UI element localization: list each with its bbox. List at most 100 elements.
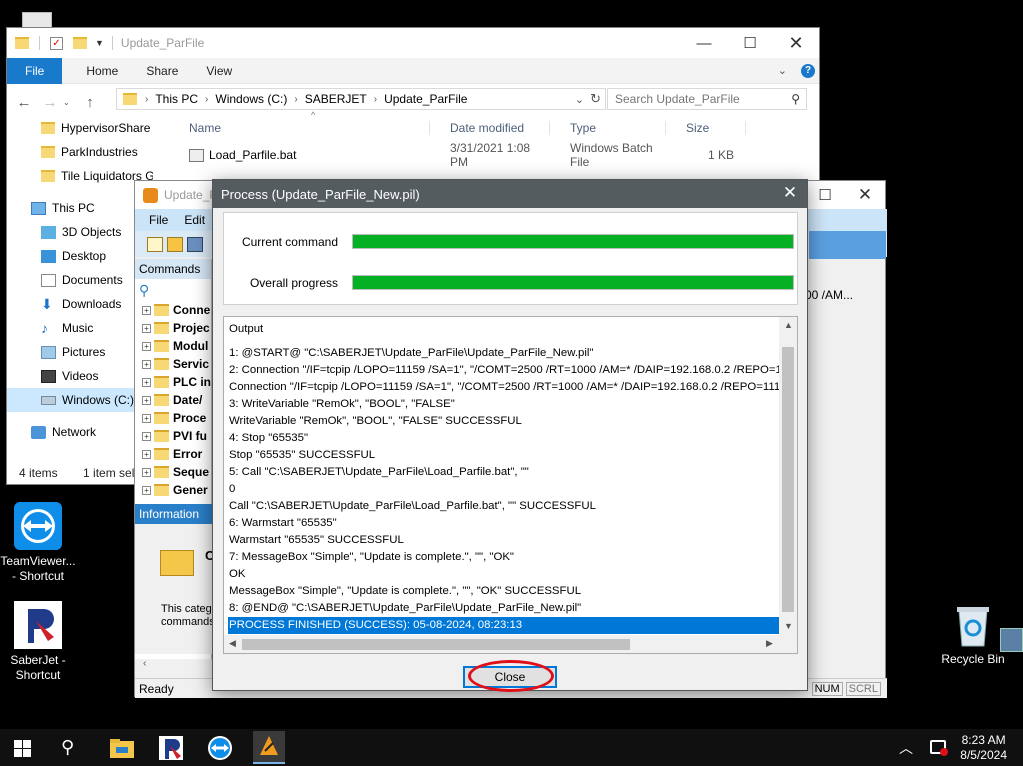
- maximize-button[interactable]: ☐: [727, 28, 773, 58]
- output-line[interactable]: 3: WriteVariable "RemOk", "BOOL", "FALSE…: [228, 396, 780, 413]
- back-icon[interactable]: ←: [11, 94, 37, 111]
- tab-home[interactable]: Home: [62, 58, 132, 84]
- output-line[interactable]: 8: @END@ "C:\SABERJET\Update_ParFile\Upd…: [228, 600, 780, 617]
- save-icon[interactable]: [187, 237, 203, 252]
- command-tree-item[interactable]: + Conne: [135, 301, 211, 319]
- up-icon[interactable]: ↑: [77, 94, 103, 111]
- output-line[interactable]: Stop "65535" SUCCESSFUL: [228, 447, 780, 464]
- output-line[interactable]: 7: MessageBox "Simple", "Update is compl…: [228, 549, 780, 566]
- command-tree-item[interactable]: + PLC in: [135, 373, 211, 391]
- refresh-icon[interactable]: ↻: [590, 91, 601, 107]
- expand-plus-icon[interactable]: +: [142, 359, 151, 369]
- nav-item-tile-liquidators[interactable]: Tile Liquidators G: [7, 164, 153, 188]
- command-tree-item[interactable]: + Seque: [135, 463, 211, 481]
- column-type[interactable]: Type: [550, 121, 666, 135]
- properties-icon[interactable]: ✓: [50, 36, 63, 50]
- scroll-up-icon[interactable]: ▲: [784, 320, 793, 330]
- recent-locations-icon[interactable]: ⌄: [63, 98, 77, 107]
- open-icon[interactable]: [167, 237, 183, 252]
- output-line[interactable]: OK: [228, 566, 780, 583]
- expand-plus-icon[interactable]: +: [142, 485, 151, 495]
- tab-file[interactable]: File: [7, 57, 63, 84]
- output-line[interactable]: WriteVariable "RemOk", "BOOL", "FALSE" S…: [228, 413, 780, 430]
- output-panel[interactable]: Output 1: @START@ "C:\SABERJET\Update_Pa…: [223, 316, 798, 654]
- chevron-up-icon[interactable]: ︿: [899, 738, 913, 758]
- expand-plus-icon[interactable]: +: [142, 431, 151, 441]
- command-tree-item[interactable]: + Proce: [135, 409, 211, 427]
- nav-item-3d-objects[interactable]: 3D Objects: [7, 220, 153, 244]
- taskbar-clock[interactable]: 8:23 AM 8/5/2024: [960, 733, 1007, 763]
- nav-item-videos[interactable]: Videos: [7, 364, 153, 388]
- nav-item-network[interactable]: Network: [7, 420, 153, 444]
- command-tree-item[interactable]: + Servic: [135, 355, 211, 373]
- output-line[interactable]: 5: Call "C:\SABERJET\Update_ParFile\Load…: [228, 464, 780, 481]
- search-icon[interactable]: ⚲: [61, 737, 74, 758]
- help-icon[interactable]: ?: [801, 63, 815, 78]
- file-row[interactable]: Load_Parfile.bat 3/31/2021 1:08 PM Windo…: [169, 141, 809, 169]
- nav-item-pictures[interactable]: Pictures: [7, 340, 153, 364]
- new-icon[interactable]: [147, 237, 163, 252]
- teamviewer-taskbar-icon[interactable]: [205, 733, 235, 763]
- saberjet-shortcut[interactable]: SaberJet - Shortcut: [0, 601, 78, 683]
- nav-item-music[interactable]: ♪ Music: [7, 316, 153, 340]
- breadcrumb-update-parfile[interactable]: Update_ParFile: [379, 92, 472, 106]
- vertical-scroll-thumb[interactable]: [782, 347, 794, 612]
- dialog-titlebar[interactable]: Process (Update_ParFile_New.pil): [213, 180, 807, 208]
- output-line[interactable]: 1: @START@ "C:\SABERJET\Update_ParFile\U…: [228, 345, 780, 362]
- chevron-right-icon[interactable]: ›: [292, 94, 299, 105]
- address-bar[interactable]: › This PC › Windows (C:) › SABERJET › Up…: [116, 88, 606, 110]
- expand-plus-icon[interactable]: +: [142, 395, 151, 405]
- nav-item-this-pc[interactable]: This PC: [7, 196, 153, 220]
- expand-plus-icon[interactable]: +: [142, 413, 151, 423]
- desktop-folder-icon-top[interactable]: [22, 12, 52, 28]
- new-folder-icon[interactable]: [73, 37, 87, 49]
- scroll-right-icon[interactable]: ▶: [766, 638, 773, 649]
- output-line-selected[interactable]: PROCESS FINISHED (SUCCESS): 05-08-2024, …: [228, 617, 780, 634]
- expand-ribbon-icon[interactable]: ⌄: [778, 64, 787, 77]
- output-line[interactable]: Warmstart "65535" SUCCESSFUL: [228, 532, 780, 549]
- maximize-button[interactable]: ☐: [805, 180, 845, 210]
- command-tree-item[interactable]: + Projec: [135, 319, 211, 337]
- close-window-button[interactable]: ✕: [773, 28, 819, 58]
- search-input[interactable]: Search Update_ParFile ⚲: [607, 88, 807, 110]
- output-line[interactable]: 2: Connection "/IF=tcpip /LOPO=11159 /SA…: [228, 362, 780, 379]
- nav-item-downloads[interactable]: ⬇ Downloads: [7, 292, 153, 316]
- command-tree-item[interactable]: + Date/: [135, 391, 211, 409]
- output-line[interactable]: Call "C:\SABERJET\Update_ParFile\Load_Pa…: [228, 498, 780, 515]
- expand-plus-icon[interactable]: +: [142, 449, 151, 459]
- nav-item-hypervisorshare[interactable]: HypervisorShare: [7, 116, 153, 140]
- close-button[interactable]: Close: [463, 666, 557, 688]
- breadcrumb-saberjet[interactable]: SABERJET: [300, 92, 372, 106]
- scroll-left-icon[interactable]: ‹: [143, 658, 146, 669]
- column-date-modified[interactable]: Date modified: [430, 121, 550, 135]
- output-line[interactable]: Connection "/IF=tcpip /LOPO=11159 /SA=1"…: [228, 379, 780, 396]
- expand-plus-icon[interactable]: +: [142, 467, 151, 477]
- column-name[interactable]: Name: [169, 121, 430, 135]
- output-line[interactable]: 0: [228, 481, 780, 498]
- file-explorer-taskbar-icon[interactable]: [107, 733, 137, 763]
- output-line[interactable]: MessageBox "Simple", "Update is complete…: [228, 583, 780, 600]
- command-tree-item[interactable]: + Gener: [135, 481, 211, 499]
- output-line[interactable]: 6: Warmstart "65535": [228, 515, 780, 532]
- customize-quick-access-icon[interactable]: ▼: [95, 38, 104, 48]
- chevron-right-icon[interactable]: ›: [203, 94, 210, 105]
- windows-start-icon[interactable]: [14, 740, 31, 757]
- horizontal-scroll-thumb[interactable]: [242, 639, 630, 650]
- chevron-right-icon[interactable]: ›: [372, 94, 379, 105]
- dialog-close-icon[interactable]: ✕: [779, 183, 801, 203]
- saberjet-taskbar-icon[interactable]: [156, 733, 186, 763]
- nav-item-desktop[interactable]: Desktop: [7, 244, 153, 268]
- command-tree-item[interactable]: + PVI fu: [135, 427, 211, 445]
- search-icon[interactable]: ⚲: [791, 92, 800, 106]
- minimize-button[interactable]: —: [681, 28, 727, 58]
- column-size[interactable]: Size: [666, 121, 746, 135]
- nav-item-documents[interactable]: Documents: [7, 268, 153, 292]
- close-window-button[interactable]: ✕: [845, 180, 885, 210]
- expand-plus-icon[interactable]: +: [142, 305, 151, 315]
- breadcrumb-this-pc[interactable]: This PC: [150, 92, 203, 106]
- scroll-left-icon[interactable]: ◀: [229, 638, 236, 649]
- horizontal-scrollbar[interactable]: ◀ ▶: [224, 635, 797, 653]
- menu-edit[interactable]: Edit: [176, 213, 213, 227]
- search-icon[interactable]: ⚲: [139, 282, 149, 299]
- expand-plus-icon[interactable]: +: [142, 341, 151, 351]
